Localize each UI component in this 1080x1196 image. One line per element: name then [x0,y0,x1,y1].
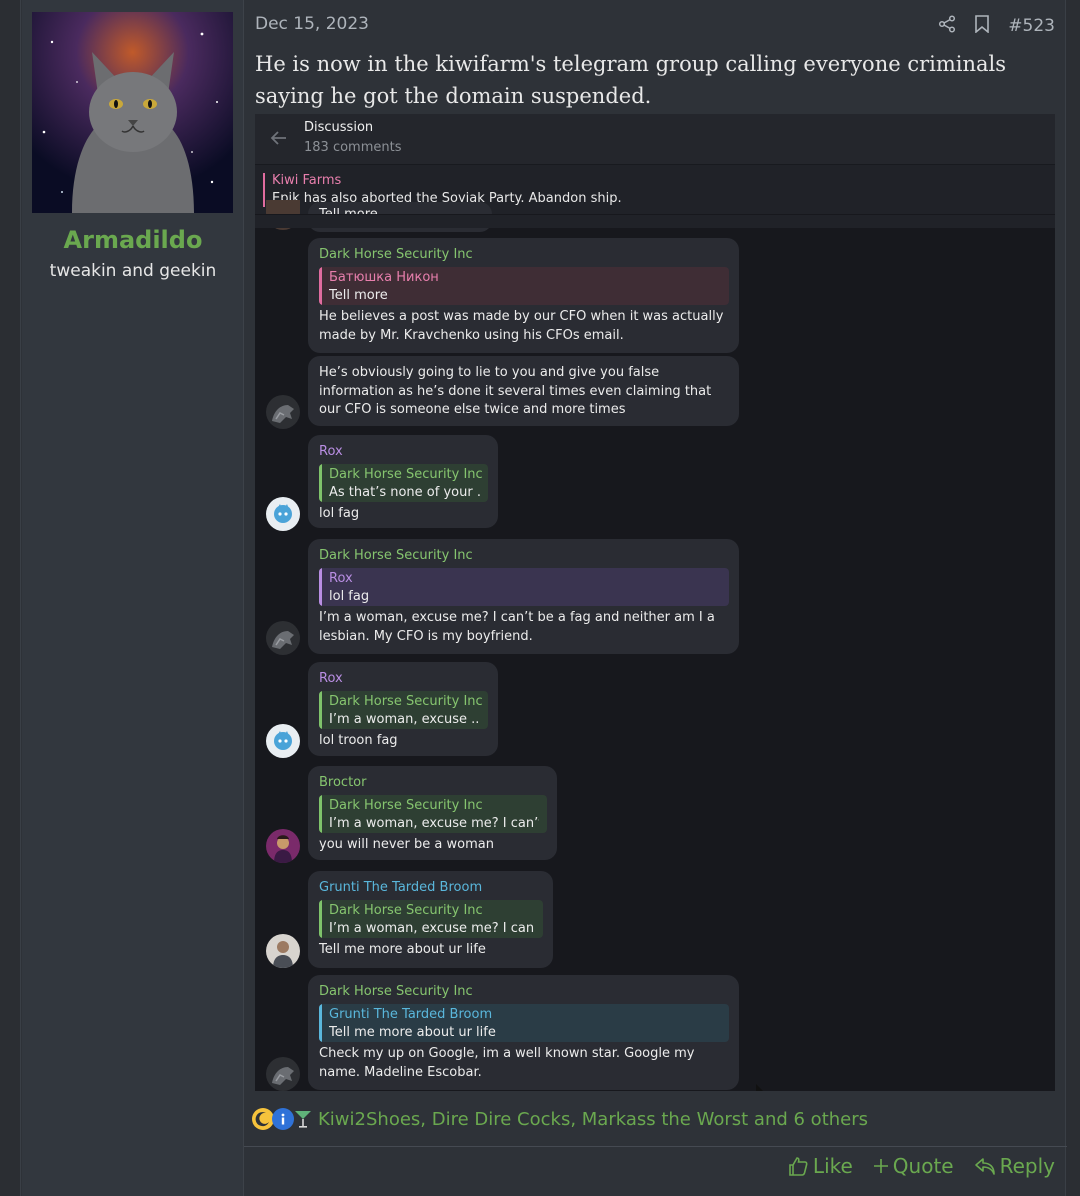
message-text: lol fag [319,506,360,521]
cat-avatar-image [32,12,233,213]
tg-header: Discussion 183 comments [255,114,1055,164]
quote-text: As that’s none of your ... [329,485,480,500]
reply-label: Reply [999,1154,1055,1178]
plus-icon [873,1159,888,1173]
message-text: Check my up on Google, im a well known s… [319,1046,695,1080]
quote-text: lol fag [329,589,370,604]
post-message: He is now in the kiwifarm's telegram gro… [255,52,1007,108]
user-sidebar: Armadildo tweakin and geekin [22,0,244,1196]
telegram-screenshot[interactable]: Discussion 183 comments Kiwi Farms Epik … [255,114,1055,1091]
message-sender[interactable]: Dark Horse Security Inc [319,246,729,264]
bookmark-icon[interactable] [974,15,990,37]
tg-message: Grunti The Tarded Broom Dark Horse Secur… [308,871,553,968]
tg-avatar-rox[interactable] [266,497,300,531]
tg-avatar-darkhorse[interactable] [266,621,300,655]
message-sender[interactable]: Broctor [319,774,547,792]
quote-sender: Dark Horse Security Inc [329,694,483,709]
quote-sender: Rox [329,571,353,586]
quote-text: I’m a woman, excuse ... [329,712,480,727]
post-number-link[interactable]: #523 [1008,16,1055,36]
tg-message: Rox Dark Horse Security Inc As that’s no… [308,435,498,528]
message-reply-quote[interactable]: Rox lol fag [319,568,729,606]
message-reply-quote[interactable]: Grunti The Tarded Broom Tell me more abo… [319,1004,729,1042]
message-text: Tell me more about ur life [319,942,486,957]
footer-divider [244,1146,1067,1147]
like-button[interactable]: Like [787,1154,853,1178]
message-text: you will never be a woman [319,837,494,852]
quote-sender: Dark Horse Security Inc [329,798,483,813]
reply-button[interactable]: Reply [974,1154,1055,1178]
reply-arrow-icon [974,1158,995,1175]
reaction-users-link[interactable]: Kiwi2Shoes, Dire Dire Cocks, Markass the… [318,1109,868,1130]
tg-header-title: Discussion [304,120,374,135]
quote-text: I’m a woman, excuse me? I can’... [329,921,535,936]
username[interactable]: Armadildo [22,226,244,254]
quote-text: I’m a woman, excuse me? I can’t... [329,816,539,831]
pinned-title: Kiwi Farms [272,173,342,188]
message-sender[interactable]: Grunti The Tarded Broom [319,879,543,897]
share-icon[interactable] [938,15,956,37]
tg-avatar-darkhorse[interactable] [266,395,300,429]
thumbs-up-icon [789,1157,808,1176]
message-text: I’m a woman, excuse me? I can’t be a fag… [319,610,715,644]
moon-icon [252,1108,274,1130]
tg-header-subtitle: 183 comments [304,140,402,155]
reactions-bar[interactable]: Kiwi2Shoes, Dire Dire Cocks, Markass the… [252,1108,868,1130]
message-reply-quote[interactable]: Батюшка Никон Tell more [319,267,729,305]
quote-label: Quote [892,1154,954,1178]
user-avatar[interactable] [32,12,233,213]
message-sender[interactable]: Rox [319,443,488,461]
message-reply-quote[interactable]: Dark Horse Security Inc I’m a woman, exc… [319,900,543,938]
mouse-cursor-icon [756,1084,763,1091]
tg-message: Rox Dark Horse Security Inc I’m a woman,… [308,662,498,756]
message-reply-quote[interactable]: Dark Horse Security Inc I’m a woman, exc… [319,795,547,833]
tg-message: Broctor Dark Horse Security Inc I’m a wo… [308,766,557,860]
tg-avatar-grunti[interactable] [266,934,300,968]
tg-message: Dark Horse Security Inc Rox lol fag I’m … [308,539,739,654]
forum-post: Armadildo tweakin and geekin Dec 15, 202… [20,0,1067,1196]
message-sender[interactable]: Rox [319,670,488,688]
back-arrow-icon [270,131,286,145]
tg-avatar-broctor[interactable] [266,829,300,863]
quote-sender: Dark Horse Security Inc [329,903,483,918]
message-sender[interactable]: Dark Horse Security Inc [319,547,729,565]
like-label: Like [812,1154,853,1178]
quote-sender: Grunti The Tarded Broom [329,1007,493,1022]
quote-text: Tell me more about ur life [329,1025,496,1040]
quote-text: Tell more [329,288,388,303]
tg-message: Dark Horse Security Inc Grunti The Tarde… [308,975,739,1090]
cocktail-icon [292,1108,314,1130]
message-sender[interactable]: Dark Horse Security Inc [319,983,729,1001]
post-main: Dec 15, 2023 #523 He is now in the kiwif… [244,0,1067,1196]
post-date[interactable]: Dec 15, 2023 [255,14,369,34]
message-reply-quote[interactable]: Dark Horse Security Inc I’m a woman, exc… [319,691,488,729]
message-reply-quote[interactable]: Dark Horse Security Inc As that’s none o… [319,464,488,502]
quote-sender: Батюшка Никон [329,270,439,285]
pin-overlap [255,214,1055,228]
quote-button[interactable]: Quote [873,1154,954,1178]
post-header-actions: #523 [938,12,1055,40]
message-text: He’s obviously going to lie to you and g… [319,365,712,417]
tg-message: He’s obviously going to lie to you and g… [308,356,739,426]
tg-avatar-darkhorse[interactable] [266,1057,300,1091]
tg-avatar-rox[interactable] [266,724,300,758]
user-title: tweakin and geekin [49,261,217,281]
quote-sender: Dark Horse Security Inc [329,467,483,482]
info-icon [272,1108,294,1130]
post-actions: Like Quote Reply [787,1154,1055,1178]
message-text: lol troon fag [319,733,398,748]
message-text: He believes a post was made by our CFO w… [319,309,724,343]
tg-message: Dark Horse Security Inc Батюшка Никон Te… [308,238,739,353]
